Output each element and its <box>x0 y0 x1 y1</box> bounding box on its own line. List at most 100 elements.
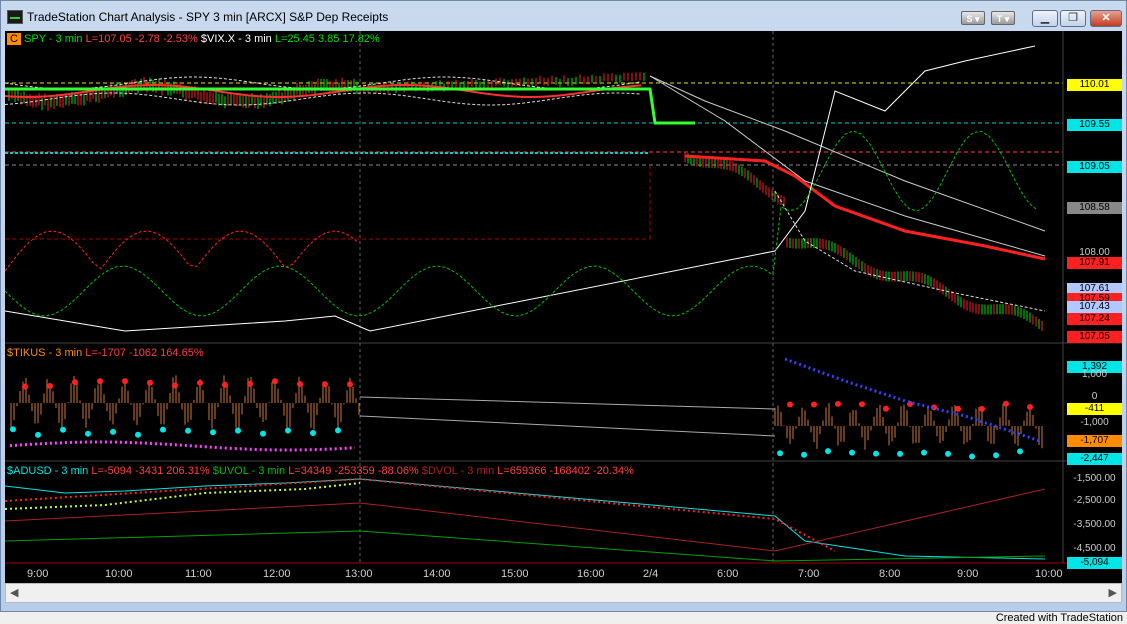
connector-line <box>359 415 776 437</box>
uvol-values: L=34349 -253359 -88.06% <box>288 465 419 477</box>
time-tick: 16:00 <box>577 568 605 580</box>
trough-dot <box>1017 448 1023 455</box>
peak-dot <box>297 380 303 387</box>
window-title: TradeStation Chart Analysis - SPY 3 min … <box>27 10 389 24</box>
trough-dot <box>921 449 927 456</box>
time-tick: 13:00 <box>345 568 373 580</box>
peak-dot <box>883 405 889 412</box>
trough-dot <box>897 450 903 457</box>
peak-dot <box>72 379 78 386</box>
peak-dot <box>787 401 793 408</box>
time-tick: 8:00 <box>879 568 901 580</box>
trough-dot <box>777 450 783 457</box>
peak-dot <box>322 381 328 388</box>
breadth-badge-label: -1,500.00 <box>1073 473 1116 484</box>
price-badge-label: 107.05 <box>1067 331 1122 343</box>
spy-header: C SPY - 3 min L=107.05 -2.78 -2.53% $VIX… <box>7 33 380 45</box>
minimize-button[interactable]: ▁ <box>1032 10 1058 27</box>
trough-dot <box>110 428 116 435</box>
spy-label: SPY - 3 min <box>24 33 83 45</box>
tikus-badge-label: 1,000 <box>1081 369 1108 380</box>
time-tick: 2/4 <box>643 568 659 580</box>
price-badge-label: 108.58 <box>1067 202 1122 214</box>
app-icon <box>7 10 23 24</box>
maximize-button[interactable]: ❐ <box>1060 10 1086 27</box>
dvol-values: L=659366 -168402 -20.34% <box>497 465 634 477</box>
time-tick: 15:00 <box>501 568 529 580</box>
tikus-badge-label: -1,000 <box>1080 417 1109 428</box>
trough-dot <box>60 426 66 433</box>
adusd-values: L=-5094 -3431 206.31% <box>91 465 210 477</box>
tikus-label: $TIKUS - 3 min <box>7 347 83 359</box>
s-menu-button[interactable]: S ▾ <box>961 11 985 25</box>
time-tick: 6:00 <box>717 568 739 580</box>
t-menu-button[interactable]: T ▾ <box>991 11 1015 25</box>
moving-average <box>649 75 1046 232</box>
scroll-right-icon[interactable]: ▶ <box>1109 586 1117 599</box>
application-window: TradeStation Chart Analysis - SPY 3 min … <box>0 0 1127 612</box>
vix-label: $VIX.X - 3 min <box>200 33 272 45</box>
peak-dot <box>859 401 865 408</box>
trough-dot <box>260 430 266 437</box>
trough-dot <box>135 431 141 438</box>
vix-dashed-line <box>5 230 358 272</box>
trough-dot <box>235 427 241 434</box>
tikus-header: $TIKUS - 3 min L=-1707 -1062 164.65% <box>7 347 204 359</box>
breadth-badge-label: -2,500.00 <box>1073 495 1116 506</box>
peak-dot <box>147 379 153 386</box>
time-tick: 9:00 <box>27 568 49 580</box>
dvol-label: $DVOL - 3 min <box>421 465 495 477</box>
trough-dot <box>335 427 341 434</box>
close-button[interactable]: ✕ <box>1090 10 1122 27</box>
time-tick: 10:00 <box>105 568 133 580</box>
peak-dot <box>347 381 353 388</box>
time-tick: 12:00 <box>263 568 291 580</box>
time-tick: 7:00 <box>798 568 820 580</box>
trough-dot <box>10 426 16 433</box>
peak-dot <box>247 380 253 387</box>
uvol-label: $UVOL - 3 min <box>212 465 286 477</box>
scroll-left-icon[interactable]: ◀ <box>10 586 18 599</box>
tikus-badge-label: -2,447 <box>1067 453 1122 465</box>
uvol-line <box>5 530 1046 562</box>
price-badge-label: 107.43 <box>1067 301 1122 313</box>
breadth-badge-label: -3,500.00 <box>1073 519 1116 530</box>
trough-dot <box>873 450 879 457</box>
adusd-label: $ADUSD - 3 min <box>7 465 89 477</box>
trough-dot <box>969 453 975 460</box>
peak-dot <box>835 400 841 407</box>
trough-dot <box>825 448 831 455</box>
time-tick: 11:00 <box>185 568 212 580</box>
tikus-values: L=-1707 -1062 164.65% <box>85 347 204 359</box>
peak-dot <box>22 383 28 390</box>
moving-average <box>5 92 642 106</box>
chart-area[interactable]: C SPY - 3 min L=107.05 -2.78 -2.53% $VIX… <box>5 31 1122 583</box>
trough-dot <box>993 452 999 459</box>
price-badge-label: 109.05 <box>1067 161 1122 173</box>
trough-dot <box>210 429 216 436</box>
title-bar: TradeStation Chart Analysis - SPY 3 min … <box>1 1 1126 31</box>
trough-dot <box>35 431 41 438</box>
peak-dot <box>811 401 817 408</box>
peak-dot <box>272 378 278 385</box>
peak-dot <box>122 378 128 385</box>
trough-dot <box>310 430 316 437</box>
chart-tag: C <box>7 33 21 45</box>
trough-dot <box>285 427 291 434</box>
price-badge-label: 107.91 <box>1067 257 1122 269</box>
breadth-header: $ADUSD - 3 min L=-5094 -3431 206.31% $UV… <box>7 465 634 477</box>
trough-dot <box>185 427 191 434</box>
breadth-badge-label: -4,500.00 <box>1073 543 1116 554</box>
price-badge-label: 110.01 <box>1067 79 1122 91</box>
peak-dot <box>955 405 961 412</box>
time-tick: 14:00 <box>423 568 451 580</box>
peak-dot <box>1003 400 1009 407</box>
trough-dot <box>801 451 807 458</box>
peak-dot <box>1027 404 1033 411</box>
trough-dot <box>85 430 91 437</box>
connector-line <box>359 396 776 410</box>
chart-canvas[interactable] <box>5 31 1122 583</box>
tikus-badge-label: -1,707 <box>1067 435 1122 447</box>
peak-dot <box>197 379 203 386</box>
horizontal-scrollbar[interactable]: ◀ ▶ <box>5 583 1122 603</box>
